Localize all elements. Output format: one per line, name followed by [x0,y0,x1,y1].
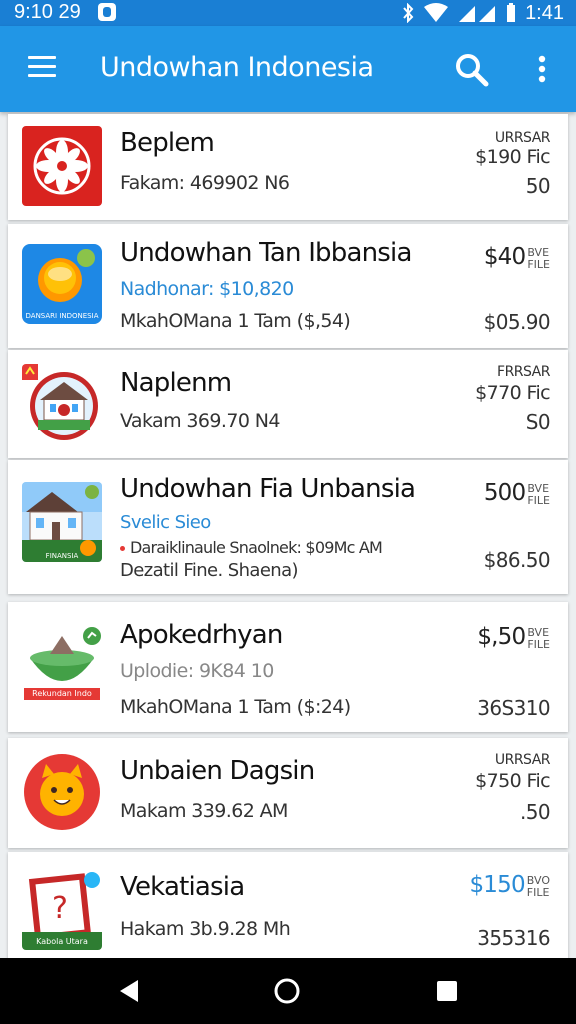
wifi-icon [424,3,449,22]
red-dot-icon [120,546,125,551]
battery-icon [507,3,516,22]
status-icons: 1:41 [401,0,564,26]
list-item[interactable]: FINANSIA Undowhan Fia Unbansia Svelic Si… [8,460,568,594]
item-price-tag: BVE FILE [527,483,550,507]
list-item[interactable]: ? Kabola Utara Vekatiasia Hakam 3b.9.28 … [8,852,568,958]
item-amount: S0 [525,410,551,434]
item-amount: 355316 [477,926,550,950]
item-status-label: FRRSAR [497,364,550,380]
item-price-tag: BVO FILE [527,875,550,899]
bluetooth-icon [403,3,414,23]
system-nav-bar [0,958,576,1024]
item-detail-small: Daraiklinaule Snaolnek: $09Mc AM [120,538,383,557]
hamburger-menu-icon[interactable] [28,56,56,80]
item-price-row: $,50 BVE FILE [477,624,550,651]
recents-square-icon[interactable] [430,974,464,1008]
item-title: Apokedrhyan [120,620,283,650]
item-title: Naplenm [120,368,232,398]
app-thumbnail-card: ? Kabola Utara [22,870,102,950]
notification-icon [98,3,116,21]
item-price: $,50 [477,624,526,650]
app-thumbnail-flower [22,126,102,206]
item-amount: $05.90 [483,310,551,334]
fox-icon [24,754,100,830]
item-price-tag-2: FILE [527,494,550,507]
item-detail: Dezatil Fine. Shaena) [120,560,299,581]
status-bar: 9:10 29 1:41 [0,0,576,26]
item-status-label: URRSAR [494,752,551,768]
item-price-tag: BVE FILE [527,627,550,651]
item-title: Undowhan Tan Ibbansia [120,238,412,268]
list-item[interactable]: Rekundan Indo Apokedrhyan Uplodie: 9K84 … [8,602,568,732]
app-thumbnail-house [22,364,102,444]
item-price: $750 Fic [475,770,550,792]
status-time-left: 9:10 29 [14,1,81,23]
item-title: Undowhan Fia Unbansia [120,474,416,504]
item-title: Beplem [120,128,215,158]
item-title: Vekatiasia [120,872,245,902]
item-amount: $86.50 [483,548,551,572]
more-vert-icon[interactable] [528,54,556,86]
svg-text:?: ? [52,891,68,926]
app-thumbnail-coin: DANSARI INDONESIA [22,244,102,324]
status-clock: 1:41 [525,1,564,24]
item-detail-small-text: Daraiklinaule Snaolnek: $09Mc AM [130,538,383,557]
house-icon [22,364,98,440]
back-triangle-icon[interactable] [112,974,146,1008]
item-price-row: $40 BVE FILE [484,244,550,271]
flower-icon [33,137,91,195]
app-thumbnail-fox [22,752,102,832]
item-price-tag-2: FILE [527,258,550,271]
item-detail: Vakam 369.70 N4 [120,410,280,432]
item-detail: Fakam: 469902 N6 [120,172,290,194]
thumbnail-caption: FINANSIA [45,552,79,560]
thumbnail-caption: Rekundan Indo [24,688,100,700]
item-detail-muted: Uplodie: 9K84 10 [120,660,274,682]
item-amount: 50 [525,174,551,198]
item-price: 500 [483,480,526,506]
list-item[interactable]: Naplenm Vakam 369.70 N4 FRRSAR $770 Fic … [8,350,568,458]
item-amount: 36S310 [477,696,550,720]
list-item[interactable]: DANSARI INDONESIA Undowhan Tan Ibbansia … [8,224,568,348]
thumbnail-caption: DANSARI INDONESIA [25,312,99,320]
item-detail: MkahOMana 1 Tam ($,54) [120,310,351,332]
signal-icon [459,6,496,22]
app-thumbnail-building: FINANSIA [22,482,102,562]
item-price-tag-2: FILE [527,638,550,651]
search-icon[interactable] [454,52,490,88]
app-bar: Undowhan Indonesia [0,26,576,112]
item-price: $150 [469,872,525,898]
item-price-tag: BVE FILE [527,247,550,271]
building-icon [22,482,102,562]
list-item[interactable]: Unbaien Dagsin Makam 339.62 AM URRSAR $7… [8,738,568,848]
item-price: $770 Fic [475,382,550,404]
item-price: $190 Fic [475,146,550,168]
app-thumbnail-bowl: Rekundan Indo [22,624,102,704]
item-detail: Makam 339.62 AM [120,800,288,822]
item-price-tag-2: FILE [526,886,550,899]
item-price-row: $150 BVO FILE [469,872,550,899]
thumbnail-caption: Kabola Utara [36,937,88,946]
item-status-label: URRSAR [494,130,551,146]
item-detail-highlight: Nadhonar: $10,820 [120,278,294,300]
item-detail: MkahOMana 1 Tam ($:24) [120,696,351,718]
app-title: Undowhan Indonesia [100,52,374,83]
item-detail: Hakam 3b.9.28 Mh [120,918,291,940]
item-detail-highlight: Svelic Sieo [120,512,211,533]
home-circle-icon[interactable] [270,974,304,1008]
item-title: Unbaien Dagsin [120,756,315,786]
item-price-row: 500 BVE FILE [484,480,550,507]
list-item[interactable]: Beplem Fakam: 469902 N6 URRSAR $190 Fic … [8,114,568,220]
results-list: Beplem Fakam: 469902 N6 URRSAR $190 Fic … [0,112,576,958]
item-amount: .50 [519,800,551,824]
item-price: $40 [483,244,526,270]
